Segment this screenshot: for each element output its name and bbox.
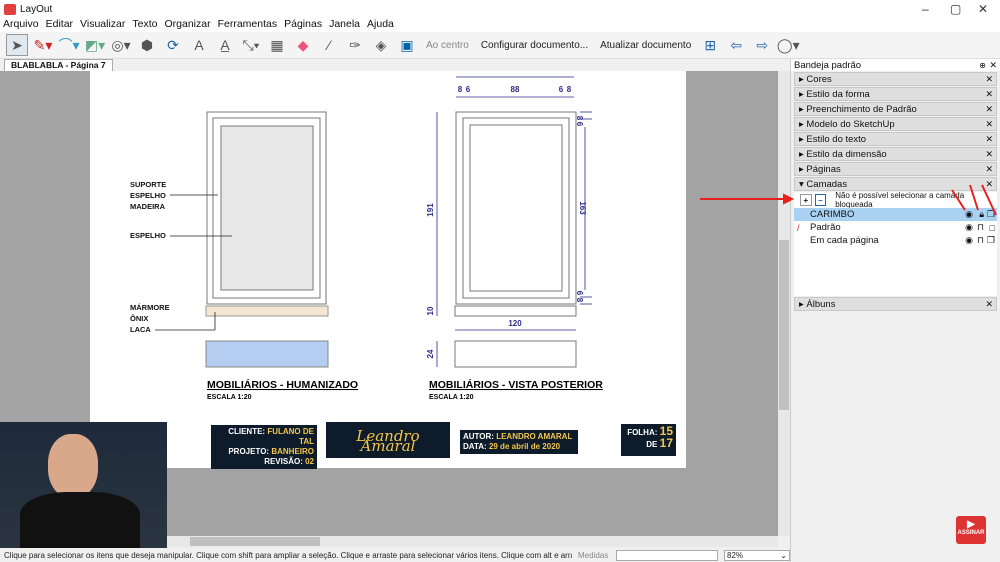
- section-modelo-sketchup[interactable]: ▸ Modelo do SketchUp ✕: [794, 117, 997, 131]
- dim-box: 24: [426, 349, 435, 358]
- section-paginas[interactable]: ▸ Páginas ✕: [794, 162, 997, 176]
- arrow-icon: [951, 189, 966, 211]
- dim-top-mid: 88: [511, 85, 520, 94]
- section-estilo-dimensao[interactable]: ▸ Estilo da dimensão ✕: [794, 147, 997, 161]
- close-icon: ✕: [985, 118, 993, 129]
- dim-r-top2: 6: [575, 122, 584, 127]
- stamp-logo: Leandro Amaral: [326, 422, 450, 458]
- zoom-select[interactable]: 82% ⌄: [724, 549, 790, 561]
- right-scale: ESCALA 1:20: [429, 394, 474, 401]
- left-mirror: [220, 125, 314, 291]
- chevron-down-icon: ⌄: [780, 550, 787, 560]
- arrow-icon: [969, 184, 979, 211]
- play-icon: ▶: [967, 519, 975, 530]
- dim-top-r2: 8: [567, 85, 572, 94]
- status-bar: Clique para selecionar os itens que dese…: [0, 548, 790, 562]
- section-estilo-forma[interactable]: ▸ Estilo da forma ✕: [794, 87, 997, 101]
- stamp-author-block: AUTOR: LEANDRO AMARAL DATA: 29 de abril …: [460, 430, 578, 454]
- close-button[interactable]: ✕: [978, 2, 988, 16]
- label-suporte: SUPORTE: [130, 180, 166, 189]
- label-laca: LACA: [130, 325, 151, 334]
- dim-r-bot2: 8: [575, 298, 584, 303]
- label-espelho: ESPELHO: [130, 191, 166, 200]
- stamp-client-block: CLIENTE: FULANO DE TAL PROJETO: BANHEIRO…: [211, 425, 317, 469]
- maximize-button[interactable]: ▢: [950, 2, 961, 16]
- section-cores[interactable]: ▸ Cores ✕: [794, 72, 997, 86]
- dim-top-l1: 8: [458, 85, 463, 94]
- subscribe-button[interactable]: ▶ ASSINAR: [956, 516, 986, 544]
- left-lacquer-box: [205, 340, 329, 368]
- presenter-face: [48, 434, 98, 498]
- dim-height: 191: [426, 203, 435, 217]
- close-icon: ✕: [985, 73, 993, 84]
- pin-icon[interactable]: ⊕: [979, 61, 986, 70]
- right-frame-outer: [455, 111, 577, 305]
- close-icon: ✕: [985, 148, 993, 159]
- default-tray: Bandeja padrão ⊕ ✕ ▸ Cores ✕ ▸ Estilo da fo…: [790, 59, 1000, 562]
- arrow-icon: [981, 184, 997, 216]
- close-icon: ✕: [985, 298, 993, 309]
- vertical-scroll-thumb[interactable]: [779, 240, 789, 410]
- dim-top-l2: 6: [466, 85, 471, 94]
- measures-label: Medidas: [578, 550, 609, 560]
- tray-close-icon[interactable]: ✕: [989, 60, 997, 71]
- dim-top-r1: 6: [559, 85, 564, 94]
- measures-input[interactable]: [616, 549, 718, 561]
- dim-r-top1: 8: [575, 116, 584, 121]
- left-title: MOBILIÁRIOS - HUMANIZADO: [207, 378, 358, 391]
- label-espelho-2: ESPELHO: [130, 231, 166, 240]
- annotation-arrows: [700, 184, 997, 216]
- label-madeira: MADEIRA: [130, 202, 166, 211]
- right-title: MOBILIÁRIOS - VISTA POSTERIOR: [429, 378, 603, 391]
- shared-layer-icon[interactable]: ❐: [987, 235, 995, 246]
- horizontal-scroll-thumb[interactable]: [190, 537, 320, 546]
- section-preenchimento[interactable]: ▸ Preenchimento de Padrão ✕: [794, 102, 997, 116]
- section-estilo-texto[interactable]: ▸ Estilo do texto ✕: [794, 132, 997, 146]
- layer-em-cada-pagina[interactable]: Em cada página ◉ ⊓ ❐: [794, 234, 997, 247]
- left-marble-base: [205, 305, 329, 317]
- stamp-sheet-block: FOLHA: 15 DE 17: [621, 424, 676, 456]
- presenter-body: [20, 492, 140, 548]
- close-icon: ✕: [985, 133, 993, 144]
- zoom-value: 82%: [727, 550, 744, 560]
- right-box: [454, 340, 577, 368]
- label-marmore: MÁRMORE: [130, 303, 170, 312]
- label-onix: ÔNIX: [130, 314, 148, 323]
- dim-width: 120: [508, 319, 522, 328]
- left-scale: ESCALA 1:20: [207, 394, 252, 401]
- close-icon: ✕: [985, 163, 993, 174]
- minimize-button[interactable]: –: [922, 2, 929, 16]
- status-hint: Clique para selecionar os itens que dese…: [4, 550, 572, 560]
- eye-icon[interactable]: ◉: [965, 235, 973, 246]
- unlock-icon[interactable]: ⊓: [977, 235, 984, 246]
- dim-base: 10: [426, 306, 435, 315]
- tray-title: Bandeja padrão: [794, 59, 862, 71]
- close-icon: ✕: [985, 88, 993, 99]
- webcam-overlay: [0, 422, 167, 548]
- section-albuns[interactable]: ▸ Álbuns ✕: [794, 297, 997, 311]
- right-base: [454, 305, 577, 317]
- dim-inner: 163: [578, 201, 587, 215]
- dim-r-bot1: 6: [575, 291, 584, 296]
- close-icon: ✕: [985, 103, 993, 114]
